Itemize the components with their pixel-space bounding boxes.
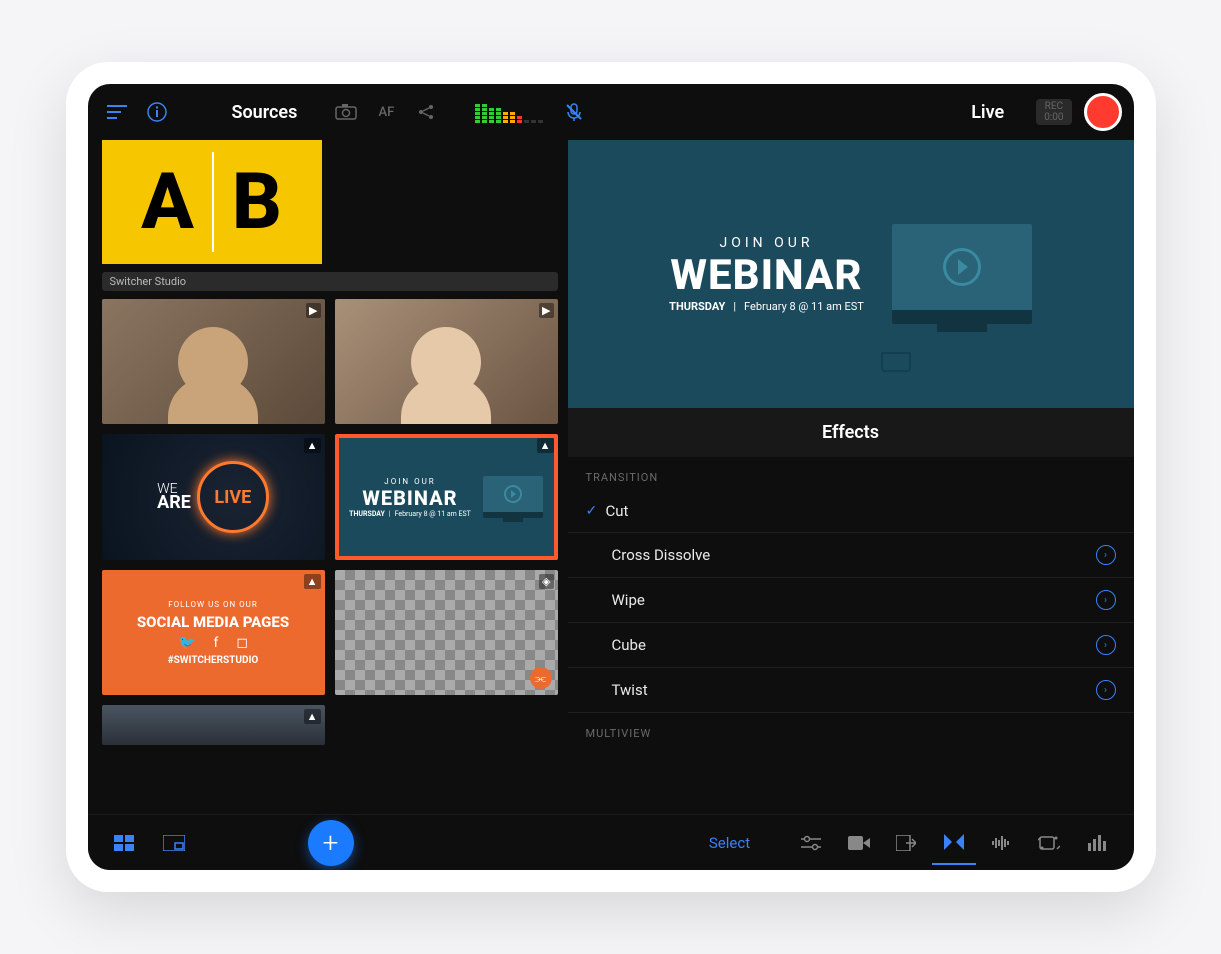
graphic-social-media[interactable]: FOLLOW US ON OUR SOCIAL MEDIA PAGES 🐦 f … [102,570,325,695]
video-badge-icon: ▶ [306,303,320,318]
ab-compare-tile[interactable]: A B [102,140,322,264]
social-icons-row: 🐦 f ◻ [178,635,248,651]
stats-tab[interactable] [1075,821,1119,865]
image-badge-icon: ▲ [537,438,554,453]
app-screen: Sources AF [88,84,1134,870]
live-preview[interactable]: JOIN OUR WEBINAR THURSDAY | February 8 @… [568,140,1134,408]
autofocus-button[interactable]: AF [369,95,403,129]
webinar-join: JOIN OUR [349,477,471,486]
chevron-right-icon: › [1096,545,1116,565]
effect-item-cut[interactable]: ✓ Cut [568,490,1134,533]
menu-icon[interactable] [100,95,134,129]
rec-label: REC [1045,101,1063,112]
webinar-time: February 8 @ 11 am EST [395,510,471,518]
main-body: A B Switcher Studio ▶ ▶ [88,140,1134,814]
live-are: ARE [157,492,191,513]
video-badge-icon: ▶ [539,303,553,318]
link-icon: ⫘ [530,667,552,689]
graphic-cropped[interactable]: ▲ [102,705,325,745]
effect-item-cross-dissolve[interactable]: Cross Dissolve › [568,533,1134,578]
sources-section-label: Switcher Studio [102,272,558,291]
effects-list: TRANSITION ✓ Cut Cross Dissolve › Wipe › [568,457,1134,814]
output-tab[interactable] [884,821,928,865]
add-source-button[interactable]: + [308,820,354,866]
bottom-bar: + Select [88,814,1134,870]
top-bar: Sources AF [88,84,1134,140]
image-badge-icon: ▲ [304,438,321,453]
sliders-tab[interactable] [789,821,833,865]
webinar-title: WEBINAR [349,486,471,510]
select-button[interactable]: Select [697,834,762,852]
camera-source-2[interactable]: ▶ [335,299,558,424]
record-button[interactable] [1084,93,1122,131]
share-icon[interactable] [409,95,443,129]
rec-time: 0:00 [1044,112,1063,123]
camera-icon[interactable] [329,95,363,129]
switch-camera-tab[interactable] [1027,821,1071,865]
checkmark-icon: ✓ [586,503,606,519]
grid-view-tab[interactable] [102,821,146,865]
live-circle: LIVE [197,461,269,533]
image-badge-icon: ▲ [304,709,321,724]
effects-tab[interactable] [932,821,976,865]
preview-time: February 8 @ 11 am EST [744,300,864,313]
social-follow: FOLLOW US ON OUR [168,600,258,609]
effect-label: Cut [606,502,1116,520]
graphic-transparent-overlay[interactable]: ◈ ⫘ [335,570,558,695]
camera-source-1[interactable]: ▶ [102,299,325,424]
effect-item-cube[interactable]: Cube › [568,623,1134,668]
facebook-icon: f [213,635,218,651]
social-hashtag: #SWITCHERSTUDIO [168,655,259,666]
info-icon[interactable] [140,95,174,129]
effect-label: Cross Dissolve [612,546,1096,564]
audio-tab[interactable] [979,821,1023,865]
video-tab[interactable] [837,821,881,865]
webinar-day: THURSDAY [349,510,385,518]
twitter-icon: 🐦 [178,635,195,651]
preview-title: WEBINAR [669,251,864,300]
rec-indicator: REC 0:00 [1036,99,1071,125]
effect-item-wipe[interactable]: Wipe › [568,578,1134,623]
layout-view-tab[interactable] [152,821,196,865]
ab-a: A [123,157,212,248]
sources-panel: A B Switcher Studio ▶ ▶ [88,140,568,814]
live-title: Live [971,102,1004,123]
live-panel: JOIN OUR WEBINAR THURSDAY | February 8 @… [568,140,1134,814]
chevron-right-icon: › [1096,680,1116,700]
tablet-frame: Sources AF [66,62,1156,892]
sources-title: Sources [232,102,298,123]
layer-badge-icon: ◈ [539,574,553,589]
instagram-icon: ◻ [236,635,248,651]
multiview-section-label: MULTIVIEW [568,713,1134,746]
graphic-we-are-live[interactable]: WE ARE LIVE ▲ [102,434,325,559]
right-tabs [768,821,1119,865]
graphic-webinar[interactable]: JOIN OUR WEBINAR THURSDAY | February 8 @… [335,434,558,559]
preview-day: THURSDAY [669,300,725,313]
transition-section-label: TRANSITION [568,457,1134,490]
ab-b: B [214,157,300,248]
effect-label: Twist [612,681,1096,699]
image-badge-icon: ▲ [304,574,321,589]
sources-grid: ▶ ▶ WE ARE LIVE ▲ [102,299,558,749]
audio-meter [475,101,543,123]
effects-header: Effects [568,408,1134,457]
preview-join: JOIN OUR [669,235,864,251]
chevron-right-icon: › [1096,590,1116,610]
social-title: SOCIAL MEDIA PAGES [137,613,289,631]
effect-item-twist[interactable]: Twist › [568,668,1134,713]
mug-icon [881,352,911,372]
effect-label: Cube [612,636,1096,654]
mic-muted-icon[interactable] [557,95,591,129]
chevron-right-icon: › [1096,635,1116,655]
effect-label: Wipe [612,591,1096,609]
